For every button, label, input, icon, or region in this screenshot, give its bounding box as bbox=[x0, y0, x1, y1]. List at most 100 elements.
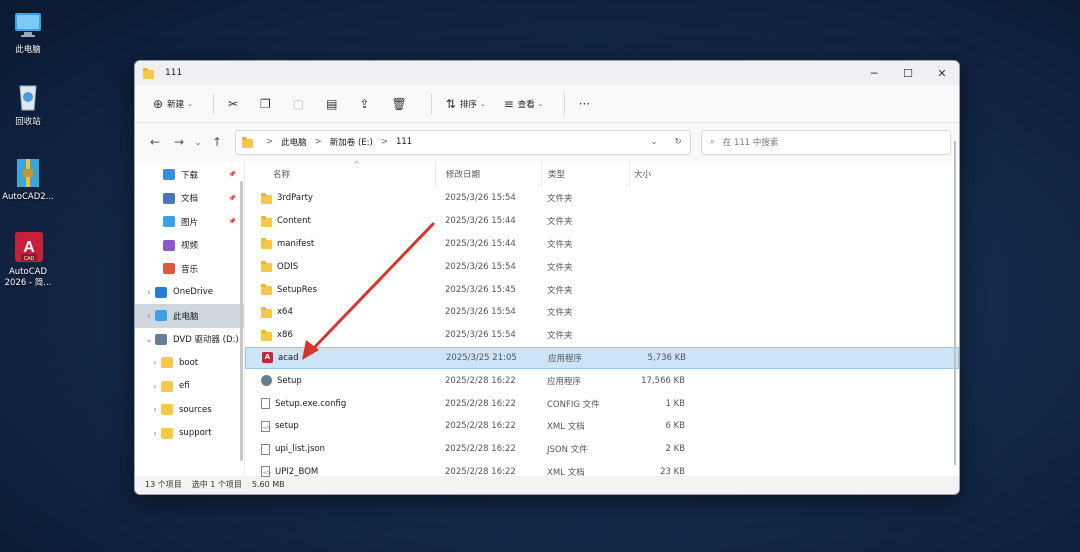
file-name: x86 bbox=[277, 330, 293, 341]
address-dropdown-button[interactable]: ⌄ bbox=[642, 137, 666, 147]
desktop-icon-autocad-archive[interactable]: AutoCAD2... bbox=[0, 155, 56, 203]
file-date: 2025/3/26 15:44 bbox=[445, 216, 516, 227]
nav-item[interactable]: 音乐 bbox=[135, 257, 244, 281]
breadcrumb-separator: > bbox=[266, 137, 274, 147]
file-row[interactable]: Content 2025/3/26 15:44 文件夹 bbox=[245, 210, 959, 233]
cut-button[interactable]: ✂ bbox=[222, 92, 248, 116]
file-size: 1 KB bbox=[665, 398, 685, 409]
nav-item[interactable]: ⌄ DVD 驱动器 (D:) bbox=[135, 328, 244, 352]
file-row[interactable]: UPI2_BOM 2025/2/28 16:22 XML 文档 23 KB bbox=[245, 461, 959, 484]
desktop-icon-autocad[interactable]: A CAD AutoCAD 2026 - 简... bbox=[0, 230, 56, 289]
sort-ascending-icon: ^ bbox=[353, 160, 360, 169]
chevron-right-icon[interactable]: › bbox=[149, 429, 161, 438]
file-name: ODIS bbox=[277, 261, 299, 272]
file-row[interactable]: x86 2025/3/26 15:54 文件夹 bbox=[245, 324, 959, 347]
maximize-button[interactable]: ☐ bbox=[891, 61, 925, 85]
pin-icon: 📌 bbox=[228, 171, 236, 179]
close-button[interactable]: ✕ bbox=[925, 61, 959, 85]
more-options-button[interactable]: ··· bbox=[573, 92, 600, 116]
desktop-icon-label: AutoCAD 2026 - 简... bbox=[4, 267, 52, 288]
folder-icon bbox=[261, 329, 272, 341]
pin-icon: 📌 bbox=[228, 218, 236, 226]
column-header-name[interactable]: 名称 bbox=[245, 168, 435, 180]
column-header-size[interactable]: 大小 bbox=[629, 161, 685, 187]
file-type: 文件夹 bbox=[547, 262, 573, 273]
chevron-right-icon[interactable]: › bbox=[149, 382, 161, 391]
file-row[interactable]: ODIS 2025/3/26 15:54 文件夹 bbox=[245, 255, 959, 278]
folder-icon bbox=[242, 136, 253, 148]
nav-item-label: boot bbox=[179, 357, 199, 368]
file-size: 17,566 KB bbox=[641, 375, 685, 386]
chevron-down-icon: ⌄ bbox=[479, 99, 486, 108]
nav-item[interactable]: › efi bbox=[135, 375, 244, 399]
column-header-type[interactable]: 类型 bbox=[541, 161, 629, 187]
file-date: 2025/3/26 15:54 bbox=[445, 330, 516, 341]
recent-locations-button[interactable]: ⌄ bbox=[191, 138, 205, 147]
nav-item[interactable]: › boot bbox=[135, 351, 244, 375]
view-button[interactable]: ≡ 查看 ⌄ bbox=[498, 92, 550, 116]
folder-icon bbox=[261, 238, 272, 250]
cloud-icon bbox=[155, 286, 167, 298]
address-bar[interactable]: > 此电脑 > 新加卷 (E:) > 111 ⌄ ↻ bbox=[235, 129, 691, 155]
paste-button[interactable]: ▢ bbox=[287, 92, 314, 116]
back-button[interactable]: ← bbox=[143, 135, 167, 149]
folder-icon bbox=[261, 192, 272, 204]
breadcrumb-this-pc[interactable]: 此电脑 bbox=[281, 136, 307, 148]
breadcrumb-drive[interactable]: 新加卷 (E:) bbox=[330, 136, 373, 148]
forward-button[interactable]: → bbox=[167, 135, 191, 149]
desktop-icon-this-pc[interactable]: 此电脑 bbox=[0, 8, 56, 56]
up-button[interactable]: ↑ bbox=[205, 135, 229, 149]
desktop-icon-recycle-bin[interactable]: 回收站 bbox=[0, 80, 56, 128]
column-header-row: ^ 名称 修改日期 类型 大小 bbox=[245, 160, 959, 187]
chevron-down-icon[interactable]: ⌄ bbox=[143, 335, 155, 344]
delete-button[interactable]: 🗑 bbox=[386, 92, 417, 116]
nav-item-label: 图片 bbox=[181, 217, 199, 228]
file-name: x64 bbox=[277, 307, 293, 318]
dvd-icon bbox=[155, 333, 167, 345]
chevron-right-icon[interactable]: › bbox=[149, 405, 161, 414]
chevron-right-icon[interactable]: › bbox=[149, 358, 161, 367]
file-row[interactable]: setup 2025/2/28 16:22 XML 文档 6 KB bbox=[245, 415, 959, 438]
nav-item[interactable]: 图片 📌 bbox=[135, 210, 244, 234]
nav-item[interactable]: › support bbox=[135, 422, 244, 446]
file-date: 2025/2/28 16:22 bbox=[445, 375, 516, 386]
nav-item-label: efi bbox=[179, 381, 190, 392]
divider bbox=[430, 93, 432, 114]
share-icon: ⇪ bbox=[359, 96, 370, 111]
nav-item[interactable]: › sources bbox=[135, 398, 244, 422]
nav-item[interactable]: 下载 📌 bbox=[135, 163, 244, 187]
nav-item-label: 视频 bbox=[181, 241, 199, 252]
chevron-right-icon[interactable]: › bbox=[143, 288, 155, 297]
search-box[interactable]: ⌕ 在 111 中搜索 bbox=[701, 129, 951, 155]
file-row[interactable]: 3rdParty 2025/3/26 15:54 文件夹 bbox=[245, 187, 959, 210]
file-row[interactable]: Setup.exe.config 2025/2/28 16:22 CONFIG 文件… bbox=[245, 392, 959, 415]
file-row[interactable]: upi_list.json 2025/2/28 16:22 JSON 文件 2 KB bbox=[245, 438, 959, 461]
new-button[interactable]: ⊕ 新建 ⌄ bbox=[147, 92, 199, 116]
divider bbox=[212, 93, 214, 114]
file-row[interactable]: x64 2025/3/26 15:54 文件夹 bbox=[245, 301, 959, 324]
chevron-right-icon[interactable]: › bbox=[143, 311, 155, 320]
file-row[interactable]: manifest 2025/3/26 15:44 文件夹 bbox=[245, 233, 959, 256]
nav-item[interactable]: › OneDrive bbox=[135, 281, 244, 305]
nav-item[interactable]: 文档 📌 bbox=[135, 187, 244, 211]
file-row[interactable]: Setup 2025/2/28 16:22 应用程序 17,566 KB bbox=[245, 369, 959, 392]
copy-button[interactable]: ❐ bbox=[254, 92, 281, 116]
chevron-down-icon: ⌄ bbox=[537, 99, 544, 108]
nav-scrollbar[interactable] bbox=[240, 181, 243, 461]
scrollbar[interactable] bbox=[954, 141, 956, 465]
minimize-button[interactable]: ─ bbox=[857, 61, 891, 85]
column-header-date[interactable]: 修改日期 bbox=[435, 161, 541, 187]
file-type: XML 文档 bbox=[547, 422, 585, 433]
file-row[interactable]: SetupRes 2025/3/26 15:45 文件夹 bbox=[245, 278, 959, 301]
rename-button[interactable]: ▤ bbox=[320, 92, 347, 116]
file-size: 2 KB bbox=[665, 444, 685, 455]
download-icon bbox=[163, 169, 175, 181]
file-name: SetupRes bbox=[277, 284, 317, 295]
refresh-button[interactable]: ↻ bbox=[666, 137, 690, 147]
breadcrumb-folder[interactable]: 111 bbox=[396, 137, 412, 147]
share-button[interactable]: ⇪ bbox=[353, 92, 379, 116]
nav-item[interactable]: 视频 bbox=[135, 234, 244, 258]
file-row[interactable]: Aacad 2025/3/25 21:05 应用程序 5,736 KB bbox=[245, 346, 959, 370]
sort-button[interactable]: ⇅ 排序 ⌄ bbox=[440, 92, 492, 116]
nav-item[interactable]: › 此电脑 bbox=[135, 304, 244, 328]
